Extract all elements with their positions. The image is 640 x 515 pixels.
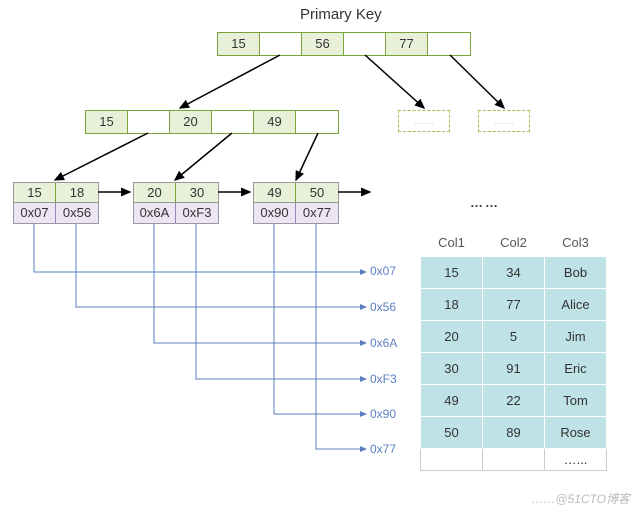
table-row: 18 77 Alice bbox=[421, 288, 607, 320]
leaf2-key-1: 50 bbox=[296, 183, 338, 203]
btree-leaf-2: 49 50 0x90 0x77 bbox=[253, 182, 339, 224]
watermark-text: ……@51CTO博客 bbox=[531, 490, 630, 507]
cell bbox=[421, 448, 483, 470]
leaf2-ptr-1: 0x77 bbox=[296, 203, 338, 223]
cell: 89 bbox=[483, 416, 545, 448]
cell: 20 bbox=[421, 320, 483, 352]
leaf1-key-0: 20 bbox=[134, 183, 176, 203]
cell: 22 bbox=[483, 384, 545, 416]
ptr-label-5: 0x77 bbox=[370, 442, 396, 456]
cell: 91 bbox=[483, 352, 545, 384]
leaf0-ptr-0: 0x07 bbox=[14, 203, 56, 223]
cell: 18 bbox=[421, 288, 483, 320]
leaf0-ptr-1: 0x56 bbox=[56, 203, 98, 223]
ptr-label-3: 0xF3 bbox=[370, 372, 397, 386]
cell: Alice bbox=[545, 288, 607, 320]
leaf1-ptr-1: 0xF3 bbox=[176, 203, 218, 223]
leaf1-ptr-0: 0x6A bbox=[134, 203, 176, 223]
mid-ptr-blank-2 bbox=[296, 111, 338, 133]
table-row-empty: …... bbox=[421, 448, 607, 470]
mid-key-1: 20 bbox=[170, 111, 212, 133]
btree-root-node: 15 56 77 bbox=[217, 32, 471, 56]
cell: 50 bbox=[421, 416, 483, 448]
mid-ptr-blank-1 bbox=[212, 111, 254, 133]
col-header-1: Col1 bbox=[421, 230, 483, 256]
btree-ghost-node: …… bbox=[398, 110, 450, 132]
root-ptr-blank-1 bbox=[344, 33, 386, 55]
cell: 30 bbox=[421, 352, 483, 384]
ptr-label-1: 0x56 bbox=[370, 300, 396, 314]
mid-key-2: 49 bbox=[254, 111, 296, 133]
cell: Rose bbox=[545, 416, 607, 448]
cell: 77 bbox=[483, 288, 545, 320]
leaf0-key-0: 15 bbox=[14, 183, 56, 203]
cell: Jim bbox=[545, 320, 607, 352]
root-key-0: 15 bbox=[218, 33, 260, 55]
cell: 5 bbox=[483, 320, 545, 352]
leaf-ellipsis: …… bbox=[470, 195, 500, 210]
cell: …... bbox=[545, 448, 607, 470]
root-ptr-blank-0 bbox=[260, 33, 302, 55]
root-ptr-blank-2 bbox=[428, 33, 470, 55]
cell: 15 bbox=[421, 256, 483, 288]
ptr-label-2: 0x6A bbox=[370, 336, 397, 350]
leaf1-key-1: 30 bbox=[176, 183, 218, 203]
cell: 34 bbox=[483, 256, 545, 288]
col-header-2: Col2 bbox=[483, 230, 545, 256]
leaf0-key-1: 18 bbox=[56, 183, 98, 203]
cell: Bob bbox=[545, 256, 607, 288]
ptr-label-0: 0x07 bbox=[370, 264, 396, 278]
cell: Tom bbox=[545, 384, 607, 416]
mid-ptr-blank-0 bbox=[128, 111, 170, 133]
table-row: 15 34 Bob bbox=[421, 256, 607, 288]
col-header-3: Col3 bbox=[545, 230, 607, 256]
btree-internal-node: 15 20 49 bbox=[85, 110, 339, 134]
root-key-1: 56 bbox=[302, 33, 344, 55]
cell: 49 bbox=[421, 384, 483, 416]
btree-ghost-node: …… bbox=[478, 110, 530, 132]
page-title: Primary Key bbox=[300, 6, 382, 23]
btree-leaf-0: 15 18 0x07 0x56 bbox=[13, 182, 99, 224]
data-table: Col1 Col2 Col3 15 34 Bob 18 77 Alice 20 … bbox=[420, 230, 607, 471]
table-row: 50 89 Rose bbox=[421, 416, 607, 448]
mid-key-0: 15 bbox=[86, 111, 128, 133]
root-key-2: 77 bbox=[386, 33, 428, 55]
btree-leaf-1: 20 30 0x6A 0xF3 bbox=[133, 182, 219, 224]
cell: Eric bbox=[545, 352, 607, 384]
table-row: 49 22 Tom bbox=[421, 384, 607, 416]
leaf2-key-0: 49 bbox=[254, 183, 296, 203]
leaf2-ptr-0: 0x90 bbox=[254, 203, 296, 223]
cell bbox=[483, 448, 545, 470]
table-row: 20 5 Jim bbox=[421, 320, 607, 352]
table-row: 30 91 Eric bbox=[421, 352, 607, 384]
ptr-label-4: 0x90 bbox=[370, 407, 396, 421]
